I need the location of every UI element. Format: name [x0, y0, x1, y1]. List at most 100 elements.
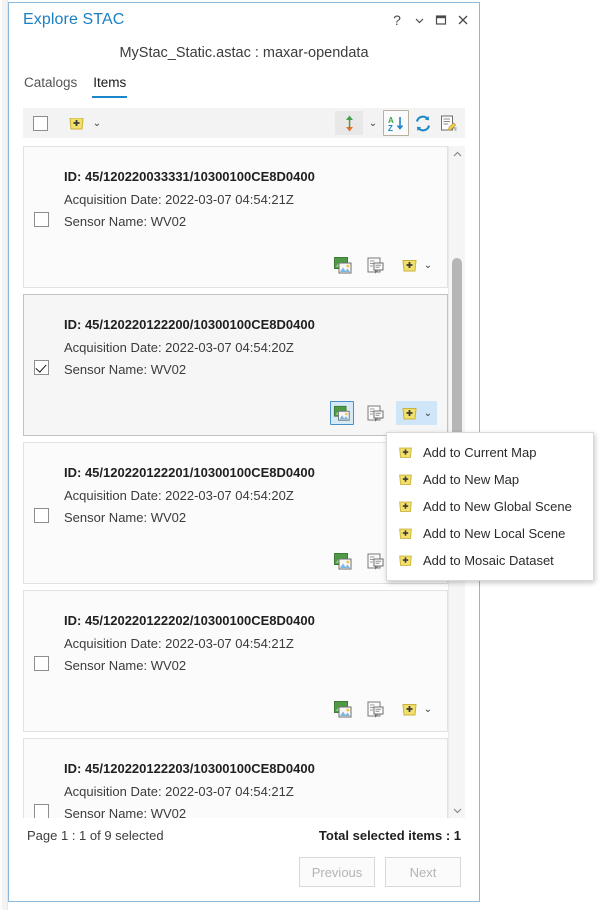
- preview-image-icon[interactable]: [330, 401, 354, 425]
- tab-bar: Catalogs Items: [9, 65, 479, 98]
- pagination-buttons: Previous Next: [27, 857, 461, 887]
- item-actions: ⌄: [330, 401, 437, 425]
- item-checkbox[interactable]: [34, 656, 49, 671]
- table-row[interactable]: ID: 45/120220122203/10300100CE8D0400 Acq…: [23, 738, 448, 818]
- toolbar-right-group: ⌄ A Z: [335, 110, 459, 136]
- table-row[interactable]: ID: 45/120220122202/10300100CE8D0400 Acq…: [23, 590, 448, 732]
- preview-image-icon[interactable]: [332, 254, 354, 276]
- chevron-down-icon[interactable]: [409, 10, 429, 30]
- item-checkbox[interactable]: [34, 212, 49, 227]
- title-bar: Explore STAC ?: [9, 3, 479, 37]
- catalog-subtitle: MyStac_Static.astac : maxar-opendata: [9, 37, 479, 65]
- properties-icon[interactable]: [437, 111, 459, 135]
- sort-direction-chevron-down-icon[interactable]: ⌄: [366, 118, 380, 129]
- item-add-chevron-down-icon[interactable]: ⌄: [421, 260, 435, 271]
- item-checkbox[interactable]: [34, 360, 49, 375]
- item-acquisition-date: Acquisition Date: 2022-03-07 04:54:21Z: [64, 192, 437, 207]
- item-id: ID: 45/120220122200/10300100CE8D0400: [64, 317, 437, 332]
- item-id: ID: 45/120220122201/10300100CE8D0400: [64, 465, 437, 480]
- scroll-down-icon[interactable]: [449, 802, 465, 818]
- select-all-checkbox[interactable]: [29, 111, 51, 135]
- table-row[interactable]: ID: 45/120220122200/10300100CE8D0400 Acq…: [23, 294, 448, 436]
- item-sensor-name: Sensor Name: WV02: [64, 806, 437, 818]
- next-button[interactable]: Next: [385, 857, 461, 887]
- item-add-chevron-down-icon[interactable]: ⌄: [421, 704, 435, 715]
- add-to-map-icon[interactable]: [65, 111, 87, 135]
- preview-image-icon[interactable]: [332, 698, 354, 720]
- item-checkbox-cell: [34, 303, 64, 429]
- item-metadata-icon[interactable]: [364, 402, 386, 424]
- item-add-chevron-down-icon[interactable]: ⌄: [421, 408, 435, 419]
- add-to-map-icon[interactable]: [398, 254, 420, 276]
- add-to-map-icon: [397, 471, 414, 488]
- item-checkbox-cell: [34, 451, 64, 577]
- item-id: ID: 45/120220122202/10300100CE8D0400: [64, 613, 437, 628]
- item-actions: ⌄: [332, 253, 437, 277]
- item-actions: ⌄: [332, 697, 437, 721]
- add-to-map-icon[interactable]: [398, 698, 420, 720]
- refresh-icon[interactable]: [412, 111, 434, 135]
- menu-item-add-to-new-local-scene[interactable]: Add to New Local Scene: [387, 520, 593, 547]
- table-row[interactable]: ID: 45/120220033331/10300100CE8D0400 Acq…: [23, 146, 448, 288]
- item-metadata-icon[interactable]: [364, 698, 386, 720]
- window-title: Explore STAC: [23, 11, 387, 29]
- page-status: Page 1 : 1 of 9 selected: [27, 828, 164, 843]
- item-acquisition-date: Acquisition Date: 2022-03-07 04:54:20Z: [64, 340, 437, 355]
- sort-alphabetical-icon[interactable]: A Z: [383, 110, 409, 136]
- item-metadata-icon[interactable]: [364, 254, 386, 276]
- item-acquisition-date: Acquisition Date: 2022-03-07 04:54:21Z: [64, 784, 437, 799]
- close-icon[interactable]: [453, 10, 473, 30]
- menu-item-add-to-new-map[interactable]: Add to New Map: [387, 466, 593, 493]
- sort-direction-icon[interactable]: [335, 111, 363, 135]
- item-id: ID: 45/120220033331/10300100CE8D0400: [64, 169, 437, 184]
- menu-item-add-to-new-global-scene[interactable]: Add to New Global Scene: [387, 493, 593, 520]
- add-to-context-menu: Add to Current Map Add to New Map Add to…: [386, 432, 594, 581]
- preview-image-icon[interactable]: [332, 550, 354, 572]
- svg-text:Z: Z: [388, 124, 393, 133]
- table-row[interactable]: ID: 45/120220122201/10300100CE8D0400 Acq…: [23, 442, 448, 584]
- menu-item-label: Add to New Local Scene: [423, 526, 565, 541]
- total-selected-status: Total selected items : 1: [319, 828, 461, 843]
- item-sensor-name: Sensor Name: WV02: [64, 214, 437, 229]
- maximize-icon[interactable]: [431, 10, 451, 30]
- menu-item-label: Add to Mosaic Dataset: [423, 553, 554, 568]
- add-to-map-icon: [397, 525, 414, 542]
- item-checkbox-cell: [34, 747, 64, 818]
- dialog-footer: Page 1 : 1 of 9 selected Total selected …: [9, 818, 479, 901]
- menu-item-label: Add to New Global Scene: [423, 499, 572, 514]
- item-details: ID: 45/120220122203/10300100CE8D0400 Acq…: [64, 747, 437, 818]
- item-checkbox-cell: [34, 155, 64, 281]
- toolbar-add-chevron-down-icon[interactable]: ⌄: [90, 118, 104, 129]
- scroll-up-icon[interactable]: [449, 146, 465, 162]
- item-checkbox-cell: [34, 599, 64, 725]
- status-row: Page 1 : 1 of 9 selected Total selected …: [27, 828, 461, 843]
- add-to-map-icon[interactable]: [398, 402, 420, 424]
- menu-item-label: Add to New Map: [423, 472, 519, 487]
- item-metadata-icon[interactable]: [364, 550, 386, 572]
- page-backdrop: [0, 0, 8, 910]
- menu-item-add-to-current-map[interactable]: Add to Current Map: [387, 439, 593, 466]
- menu-item-label: Add to Current Map: [423, 445, 536, 460]
- add-to-map-icon: [397, 444, 414, 461]
- tab-items[interactable]: Items: [92, 73, 127, 98]
- item-add-group: ⌄: [396, 401, 437, 425]
- item-checkbox[interactable]: [34, 804, 49, 818]
- previous-button[interactable]: Previous: [299, 857, 375, 887]
- item-id: ID: 45/120220122203/10300100CE8D0400: [64, 761, 437, 776]
- add-to-map-icon: [397, 552, 414, 569]
- help-icon[interactable]: ?: [387, 10, 407, 30]
- toolbar-add-group: ⌄: [65, 111, 104, 135]
- item-sensor-name: Sensor Name: WV02: [64, 362, 437, 377]
- item-acquisition-date: Acquisition Date: 2022-03-07 04:54:20Z: [64, 488, 437, 503]
- menu-item-add-to-mosaic-dataset[interactable]: Add to Mosaic Dataset: [387, 547, 593, 574]
- tab-catalogs[interactable]: Catalogs: [23, 73, 78, 98]
- item-add-group: ⌄: [396, 697, 437, 721]
- item-sensor-name: Sensor Name: WV02: [64, 658, 437, 673]
- add-to-map-icon: [397, 498, 414, 515]
- item-checkbox[interactable]: [34, 508, 49, 523]
- item-sensor-name: Sensor Name: WV02: [64, 510, 437, 525]
- window-controls: ?: [387, 10, 473, 30]
- item-add-group: ⌄: [396, 253, 437, 277]
- item-acquisition-date: Acquisition Date: 2022-03-07 04:54:21Z: [64, 636, 437, 651]
- items-list: ID: 45/120220033331/10300100CE8D0400 Acq…: [23, 146, 448, 818]
